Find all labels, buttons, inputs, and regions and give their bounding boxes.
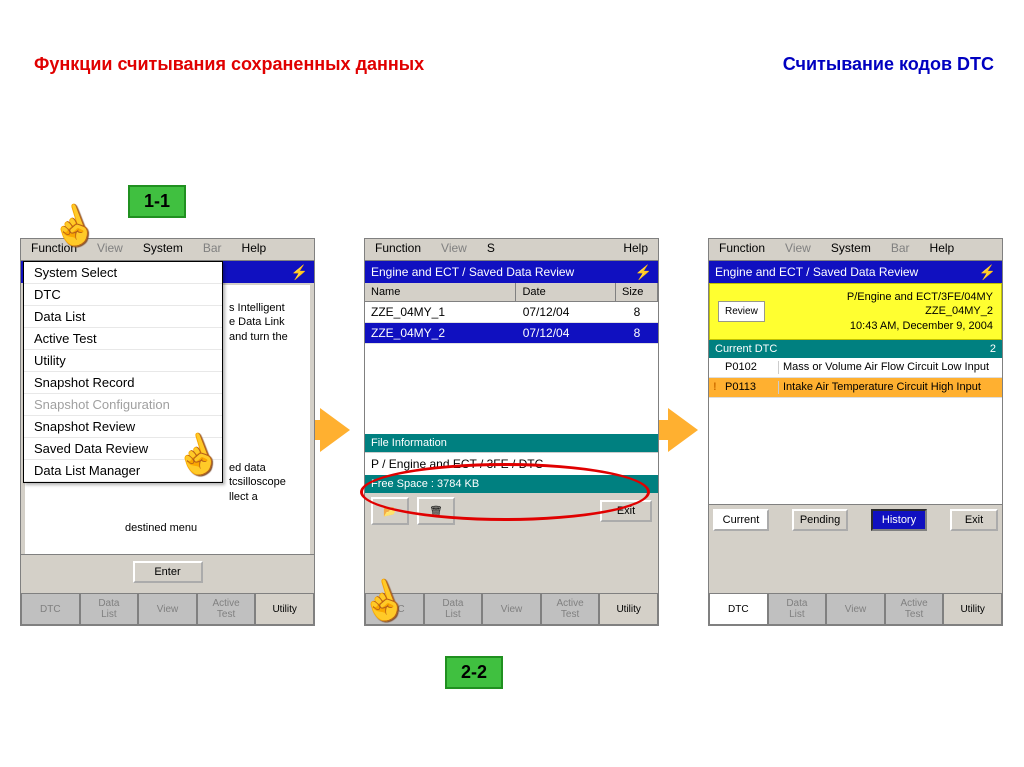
menu-item-data-list[interactable]: Data List [24, 306, 222, 328]
menu-item-active-test[interactable]: Active Test [24, 328, 222, 350]
dtc-code: P0102 [725, 361, 779, 374]
menu-system[interactable]: S [477, 239, 505, 260]
menu-view[interactable]: View [431, 239, 477, 260]
table-row[interactable]: ZZE_04MY_2 07/12/04 8 [365, 323, 658, 344]
titlebar: Engine and ECT / Saved Data Review⚡ [709, 261, 1002, 283]
heading-left: Функции считывания сохраненных данных [34, 54, 424, 75]
highlight-ellipse [360, 463, 650, 521]
menu-help[interactable]: Help [613, 239, 658, 260]
dtc-row[interactable]: P0102 Mass or Volume Air Flow Circuit Lo… [709, 358, 1002, 378]
titlebar: Engine and ECT / Saved Data Review⚡ [365, 261, 658, 283]
pending-button[interactable]: Pending [792, 509, 848, 531]
tab-data-list[interactable]: Data List [424, 593, 483, 625]
dtc-code: P0113 [725, 381, 779, 394]
panel-function-menu: Function View System Bar Help ⚡ s Intell… [20, 238, 315, 626]
menu-item-dtc[interactable]: DTC [24, 284, 222, 306]
connection-icon: ⚡ [291, 264, 308, 281]
file-info-header: File Information [365, 434, 658, 452]
enter-button[interactable]: Enter [133, 561, 203, 583]
dtc-desc: Intake Air Temperature Circuit High Inpu… [779, 381, 998, 394]
side-text: ed data tcsilloscope llect a [229, 461, 304, 504]
col-size[interactable]: Size [616, 283, 658, 301]
bottom-tabs: DTC Data List View Active Test Utility [21, 593, 314, 625]
arrow-icon [668, 408, 698, 452]
tab-utility[interactable]: Utility [255, 593, 314, 625]
menu-help[interactable]: Help [232, 239, 277, 260]
tab-utility[interactable]: Utility [599, 593, 658, 625]
tab-utility[interactable]: Utility [943, 593, 1002, 625]
menu-function[interactable]: Function [365, 239, 431, 260]
menu-system[interactable]: System [133, 239, 193, 260]
callout-2-2: 2-2 [445, 656, 503, 689]
review-label: Review [718, 301, 765, 322]
menubar: Function View System Bar Help [709, 239, 1002, 261]
menu-system[interactable]: System [821, 239, 881, 260]
review-info: Review P/Engine and ECT/3FE/04MY ZZE_04M… [709, 283, 1002, 340]
callout-1-1: 1-1 [128, 185, 186, 218]
panel-file-list: Function View S Help Engine and ECT / Sa… [364, 238, 659, 626]
dtc-row[interactable]: ! P0113 Intake Air Temperature Circuit H… [709, 378, 1002, 398]
col-name[interactable]: Name [365, 283, 516, 301]
tab-view: View [482, 593, 541, 625]
tab-active-test[interactable]: Active Test [197, 593, 256, 625]
table-empty [365, 344, 658, 434]
menu-item-system-select[interactable]: System Select [24, 262, 222, 284]
tab-active-test[interactable]: Active Test [541, 593, 600, 625]
exit-button[interactable]: Exit [950, 509, 998, 531]
menu-function[interactable]: Function [709, 239, 775, 260]
menu-bar[interactable]: Bar [881, 239, 920, 260]
panel-dtc-review: Function View System Bar Help Engine and… [708, 238, 1003, 626]
tab-data-list[interactable]: Data List [768, 593, 827, 625]
connection-icon: ⚡ [979, 264, 996, 281]
menu-item-snapshot-configuration: Snapshot Configuration [24, 394, 222, 416]
menu-item-utility[interactable]: Utility [24, 350, 222, 372]
tab-view: View [826, 593, 885, 625]
table-header: Name Date Size [365, 283, 658, 302]
connection-icon: ⚡ [635, 264, 652, 281]
destined-text: destined menu [125, 521, 197, 535]
menubar: Function View S Help [365, 239, 658, 261]
dtc-list: P0102 Mass or Volume Air Flow Circuit Lo… [709, 358, 1002, 504]
menu-bar[interactable]: Bar [193, 239, 232, 260]
bottom-tabs: DTC Data List View Active Test Utility [709, 593, 1002, 625]
heading-right: Считывание кодов DTC [783, 54, 994, 75]
side-text: s Intelligent e Data Link and turn the [229, 301, 304, 344]
menu-view[interactable]: View [775, 239, 821, 260]
arrow-icon [320, 408, 350, 452]
tab-data-list[interactable]: Data List [80, 593, 139, 625]
tab-dtc[interactable]: DTC [709, 593, 768, 625]
review-text: P/Engine and ECT/3FE/04MY ZZE_04MY_2 10:… [765, 290, 993, 333]
col-date[interactable]: Date [516, 283, 616, 301]
tab-dtc[interactable]: DTC [21, 593, 80, 625]
current-button[interactable]: Current [713, 509, 769, 531]
current-dtc-header: Current DTC2 [709, 340, 1002, 358]
dtc-desc: Mass or Volume Air Flow Circuit Low Inpu… [779, 361, 998, 374]
menu-help[interactable]: Help [920, 239, 965, 260]
menu-item-snapshot-record[interactable]: Snapshot Record [24, 372, 222, 394]
tab-view: View [138, 593, 197, 625]
tab-active-test[interactable]: Active Test [885, 593, 944, 625]
table-row[interactable]: ZZE_04MY_1 07/12/04 8 [365, 302, 658, 323]
history-button[interactable]: History [871, 509, 927, 531]
